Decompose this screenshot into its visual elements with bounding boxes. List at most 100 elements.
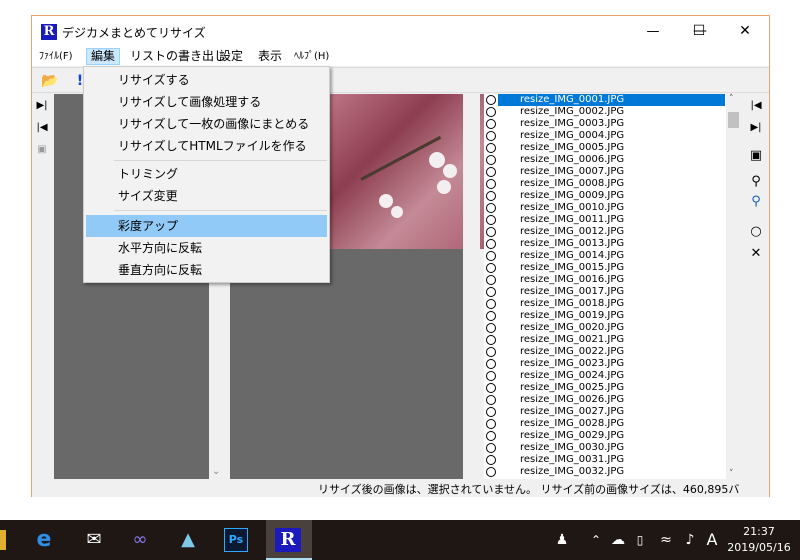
- file-row[interactable]: resize_IMG_0022.JPG: [484, 346, 741, 358]
- menu-item-saturation-up[interactable]: 彩度アップ: [86, 215, 327, 237]
- circle-icon: [486, 119, 496, 129]
- menu-item-resize-combine[interactable]: リサイズして一枚の画像にまとめる: [86, 113, 327, 135]
- menu-item-resize-html[interactable]: リサイズしてHTMLファイルを作る: [86, 135, 327, 157]
- file-row[interactable]: resize_IMG_0005.JPG: [484, 142, 741, 154]
- open-folder-icon[interactable]: 📂: [40, 71, 60, 91]
- file-row[interactable]: resize_IMG_0001.JPG: [484, 94, 741, 106]
- file-name: resize_IMG_0013.JPG: [520, 238, 625, 249]
- circle-icon: [486, 275, 496, 285]
- file-name: resize_IMG_0021.JPG: [520, 334, 625, 345]
- menu-item-resize[interactable]: リサイズする: [86, 69, 327, 91]
- file-row[interactable]: resize_IMG_0012.JPG: [484, 226, 741, 238]
- app-icon[interactable]: ▲: [174, 526, 202, 554]
- chevron-up-icon[interactable]: ˄: [729, 94, 734, 104]
- resized-scrollbar[interactable]: [463, 94, 480, 479]
- file-row[interactable]: resize_IMG_0032.JPG: [484, 466, 741, 478]
- menu-help[interactable]: ﾍﾙﾌﾟ(H): [290, 48, 333, 65]
- file-name: resize_IMG_0020.JPG: [520, 322, 625, 333]
- circle-icon: [486, 407, 496, 417]
- zoom-icon[interactable]: ⚲: [748, 194, 764, 210]
- file-row[interactable]: resize_IMG_0016.JPG: [484, 274, 741, 286]
- mail-icon[interactable]: ✉: [80, 526, 108, 554]
- resize-app-icon[interactable]: R: [275, 528, 301, 552]
- link-icon[interactable]: ∞: [126, 526, 154, 554]
- menu-item-flip-vertical[interactable]: 垂直方向に反転: [86, 259, 327, 281]
- photoshop-icon[interactable]: Ps: [224, 528, 248, 552]
- file-row[interactable]: resize_IMG_0024.JPG: [484, 370, 741, 382]
- save-icon-disabled[interactable]: ▣: [34, 142, 50, 158]
- file-row[interactable]: resize_IMG_0023.JPG: [484, 358, 741, 370]
- prev-icon[interactable]: |◀: [748, 98, 764, 114]
- chevron-down-icon[interactable]: ⌄: [212, 466, 220, 477]
- file-name: resize_IMG_0032.JPG: [520, 466, 625, 477]
- circle-icon: [486, 131, 496, 141]
- file-row[interactable]: resize_IMG_0011.JPG: [484, 214, 741, 226]
- ime-indicator[interactable]: A: [698, 526, 726, 554]
- file-row[interactable]: resize_IMG_0004.JPG: [484, 130, 741, 142]
- circle-icon[interactable]: ○: [748, 224, 764, 240]
- file-name: resize_IMG_0030.JPG: [520, 442, 625, 453]
- file-row[interactable]: resize_IMG_0028.JPG: [484, 418, 741, 430]
- circle-icon: [486, 239, 496, 249]
- clock-time: 21:37: [743, 525, 775, 538]
- file-row[interactable]: resize_IMG_0014.JPG: [484, 250, 741, 262]
- file-row[interactable]: resize_IMG_0021.JPG: [484, 334, 741, 346]
- prev-icon[interactable]: |◀: [34, 120, 50, 136]
- folder-icon[interactable]: [0, 530, 6, 550]
- menu-settings[interactable]: 設定: [215, 48, 247, 65]
- maximize-button[interactable]: ☐: [676, 16, 722, 47]
- clock[interactable]: 21:37 2019/05/16: [727, 524, 791, 556]
- file-name: resize_IMG_0002.JPG: [520, 106, 625, 117]
- minimize-button[interactable]: —: [630, 16, 676, 47]
- menu-file[interactable]: ﾌｧｲﾙ(F): [35, 48, 77, 65]
- chevron-down-icon[interactable]: ˅: [729, 469, 734, 479]
- next-icon[interactable]: ▶|: [34, 98, 50, 114]
- menu-item-resize-process[interactable]: リサイズして画像処理する: [86, 91, 327, 113]
- zoom-fit-icon[interactable]: ⚲: [748, 174, 764, 190]
- file-row[interactable]: resize_IMG_0031.JPG: [484, 454, 741, 466]
- file-row[interactable]: resize_IMG_0020.JPG: [484, 322, 741, 334]
- battery-icon[interactable]: ▯: [626, 526, 654, 554]
- file-row[interactable]: resize_IMG_0015.JPG: [484, 262, 741, 274]
- file-name: resize_IMG_0024.JPG: [520, 370, 625, 381]
- file-list[interactable]: resize_IMG_0001.JPG resize_IMG_0002.JPG re…: [484, 94, 741, 479]
- file-row[interactable]: resize_IMG_0010.JPG: [484, 202, 741, 214]
- close-button[interactable]: ✕: [722, 16, 768, 47]
- scrollbar-thumb[interactable]: [728, 112, 739, 128]
- file-row[interactable]: resize_IMG_0030.JPG: [484, 442, 741, 454]
- circle-icon: [486, 191, 496, 201]
- menu-edit[interactable]: 編集: [86, 48, 121, 65]
- file-row[interactable]: resize_IMG_0013.JPG: [484, 238, 741, 250]
- file-name: resize_IMG_0005.JPG: [520, 142, 625, 153]
- file-row[interactable]: resize_IMG_0009.JPG: [484, 190, 741, 202]
- file-row[interactable]: resize_IMG_0008.JPG: [484, 178, 741, 190]
- circle-icon: [486, 179, 496, 189]
- menu-item-size-change[interactable]: サイズ変更: [86, 185, 327, 207]
- file-row[interactable]: resize_IMG_0017.JPG: [484, 286, 741, 298]
- close-icon[interactable]: ✕: [748, 246, 764, 262]
- file-name: resize_IMG_0011.JPG: [520, 214, 625, 225]
- menu-item-flip-horizontal[interactable]: 水平方向に反転: [86, 237, 327, 259]
- file-list-scrollbar[interactable]: ˄ ˅: [726, 94, 741, 479]
- file-name: resize_IMG_0026.JPG: [520, 394, 625, 405]
- file-row[interactable]: resize_IMG_0007.JPG: [484, 166, 741, 178]
- menu-view[interactable]: 表示: [254, 48, 286, 65]
- edge-icon[interactable]: e: [30, 526, 58, 554]
- file-row[interactable]: resize_IMG_0006.JPG: [484, 154, 741, 166]
- file-row[interactable]: resize_IMG_0002.JPG: [484, 106, 741, 118]
- file-row[interactable]: resize_IMG_0029.JPG: [484, 430, 741, 442]
- people-icon[interactable]: ♟: [548, 526, 576, 554]
- menu-bar: ﾌｧｲﾙ(F) 編集 リストの書き出し 設定 表示 ﾍﾙﾌﾟ(H): [32, 47, 769, 66]
- circle-icon: [486, 299, 496, 309]
- save-icon[interactable]: ▣: [748, 148, 764, 164]
- file-row[interactable]: resize_IMG_0025.JPG: [484, 382, 741, 394]
- menu-item-trimming[interactable]: トリミング: [86, 163, 327, 185]
- file-row[interactable]: resize_IMG_0027.JPG: [484, 406, 741, 418]
- file-row[interactable]: resize_IMG_0003.JPG: [484, 118, 741, 130]
- file-row[interactable]: resize_IMG_0019.JPG: [484, 310, 741, 322]
- file-name: resize_IMG_0010.JPG: [520, 202, 625, 213]
- file-row[interactable]: resize_IMG_0018.JPG: [484, 298, 741, 310]
- next-icon[interactable]: ▶|: [748, 120, 764, 136]
- file-row[interactable]: resize_IMG_0026.JPG: [484, 394, 741, 406]
- file-name: resize_IMG_0018.JPG: [520, 298, 625, 309]
